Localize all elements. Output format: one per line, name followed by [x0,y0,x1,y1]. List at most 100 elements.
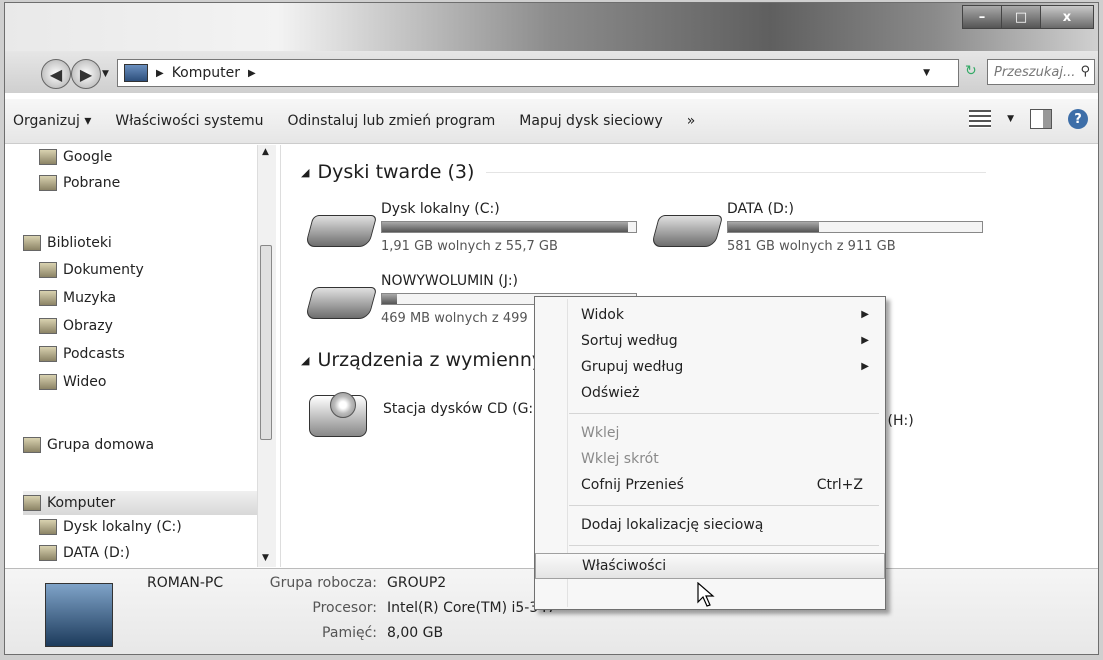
preview-pane-icon[interactable] [1030,109,1052,129]
nav-item-muzyka[interactable]: Muzyka [39,290,116,306]
cpu-value: Intel(R) Core(TM) i5-347 [387,600,557,616]
video-icon [39,374,57,390]
drive-name: Stacja dysków CD (G:) [383,401,539,417]
submenu-arrow-icon: ▶ [861,309,869,320]
forward-button[interactable]: ▶ [71,59,101,89]
uninstall-program-button[interactable]: Odinstaluj lub zmień program [287,113,507,129]
close-button[interactable]: x [1040,5,1094,29]
pictures-icon [39,318,57,334]
menu-item-refresh[interactable]: Odśwież [535,381,885,407]
nav-item-label: Google [63,149,113,165]
nav-item-label: Podcasts [63,346,125,362]
nav-item-label: Pobrane [63,175,121,191]
drive-name: DATA (D:) [727,201,794,217]
group-header-hard-drives[interactable]: ◢ Dyski twarde (3) [301,161,987,183]
drive-item-d[interactable]: DATA (D:) 581 GB wolnych z 911 GB [650,201,995,261]
forward-arrow-icon: ▶ [79,64,93,84]
breadcrumb-separator-icon[interactable]: ▶ [156,68,164,79]
context-menu: Widok ▶ Sortuj według ▶ Grupuj według ▶ Odś… [534,296,886,610]
system-properties-button[interactable]: Właściwości systemu [115,113,275,129]
address-bar[interactable]: ▶ Komputer ▶ ▼ [117,59,959,87]
drive-icon [39,519,57,535]
nav-item-komputer[interactable]: Komputer [23,491,273,515]
nav-item-pobrane[interactable]: Pobrane [39,175,120,191]
nav-item-drive-d[interactable]: DATA (D:) [39,545,130,561]
view-dropdown-icon[interactable]: ▼ [1007,114,1014,124]
change-view-icon[interactable] [969,110,992,128]
search-icon[interactable]: ⚲ [1080,64,1090,79]
nav-item-label: Wideo [63,374,107,390]
nav-item-label: Dysk lokalny (C:) [63,519,182,535]
submenu-arrow-icon: ▶ [861,361,869,372]
drive-usage-bar [381,221,637,233]
maximize-button[interactable]: □ [1001,5,1041,29]
nav-item-grupa-domowa[interactable]: Grupa domowa [23,437,154,453]
nav-item-dokumenty[interactable]: Dokumenty [39,262,144,278]
hard-drive-icon [304,215,378,247]
menu-item-paste-shortcut[interactable]: Wklej skrót [535,447,885,473]
nav-item-drive-c[interactable]: Dysk lokalny (C:) [39,519,182,535]
menu-item-paste[interactable]: Wklej [535,421,885,447]
group-header-label: Urządzenia z wymiennym [317,349,562,371]
scroll-up-icon[interactable]: ▲ [262,147,269,157]
nav-item-label: DATA (D:) [63,545,130,561]
music-icon [39,290,57,306]
drive-free-space: 469 MB wolnych z 499 [381,311,528,326]
command-bar: Organizuj ▾ Właściwości systemu Odinstal… [5,99,1098,144]
workgroup-value: GROUP2 [387,575,447,591]
download-folder-icon [39,175,57,191]
collapse-triangle-icon[interactable]: ◢ [301,166,309,179]
nav-scrollbar[interactable]: ▲ ▼ [257,145,276,567]
submenu-arrow-icon: ▶ [861,335,869,346]
menu-item-view[interactable]: Widok ▶ [535,303,885,329]
address-dropdown-icon[interactable]: ▼ [923,68,930,78]
search-placeholder: Przeszukaj... [994,64,1076,80]
memory-value: 8,00 GB [387,625,444,641]
organize-button[interactable]: Organizuj ▾ [13,113,103,129]
navigation-bar: ◀ ▶ ▼ ▶ Komputer ▶ ▼ ↻ Przeszukaj... ⚲ [5,51,1098,93]
nav-item-podcasts[interactable]: Podcasts [39,346,125,362]
back-button[interactable]: ◀ [41,59,71,89]
shortcut-label: Ctrl+Z [816,477,863,493]
nav-item-label: Komputer [47,495,116,511]
nav-item-obrazy[interactable]: Obrazy [39,318,113,334]
menu-item-undo-move[interactable]: Cofnij Przenieś Ctrl+Z [535,473,885,499]
menu-item-add-network-location[interactable]: Dodaj lokalizację sieciową [535,513,885,539]
help-icon[interactable]: ? [1068,109,1088,129]
more-commands-button[interactable]: » [687,113,708,129]
map-network-drive-button[interactable]: Mapuj dysk sieciowy [519,113,674,129]
collapse-triangle-icon[interactable]: ◢ [301,354,309,367]
history-dropdown-icon[interactable]: ▼ [102,69,109,79]
cd-drive-icon [309,392,367,437]
drive-usage-bar [727,221,983,233]
back-arrow-icon: ◀ [49,64,63,84]
drive-name: NOWYWOLUMIN (J:) [381,273,518,289]
drive-item-c[interactable]: Dysk lokalny (C:) 1,91 GB wolnych z 55,7… [304,201,649,261]
nav-item-label: Grupa domowa [47,437,155,453]
scroll-down-icon[interactable]: ▼ [262,553,269,563]
nav-item-label: Obrazy [63,318,113,334]
nav-item-label: Dokumenty [63,262,144,278]
scroll-thumb[interactable] [260,245,272,440]
drive-name: Dysk lokalny (C:) [381,201,500,217]
podcast-icon [39,346,57,362]
breadcrumb-komputer[interactable]: Komputer [172,65,240,81]
minimize-button[interactable]: – [962,5,1002,29]
cpu-label: Procesor: [312,600,377,616]
hard-drive-icon [650,215,724,247]
drive-icon [39,545,57,561]
nav-item-google[interactable]: Google [39,149,112,165]
folder-icon [39,149,57,165]
group-header-removable[interactable]: ◢ Urządzenia z wymiennym [301,349,562,371]
breadcrumb-separator-icon[interactable]: ▶ [248,68,256,79]
menu-item-group-by[interactable]: Grupuj według ▶ [535,355,885,381]
search-input[interactable]: Przeszukaj... ⚲ [987,59,1095,85]
menu-item-sort-by[interactable]: Sortuj według ▶ [535,329,885,355]
menu-item-properties[interactable]: Właściwości [535,553,885,579]
nav-item-wideo[interactable]: Wideo [39,374,107,390]
computer-icon [23,495,41,511]
refresh-icon[interactable]: ↻ [965,63,977,79]
nav-item-biblioteki[interactable]: Biblioteki [23,235,112,251]
memory-label: Pamięć: [322,625,377,641]
drive-free-space: 1,91 GB wolnych z 55,7 GB [381,239,558,254]
